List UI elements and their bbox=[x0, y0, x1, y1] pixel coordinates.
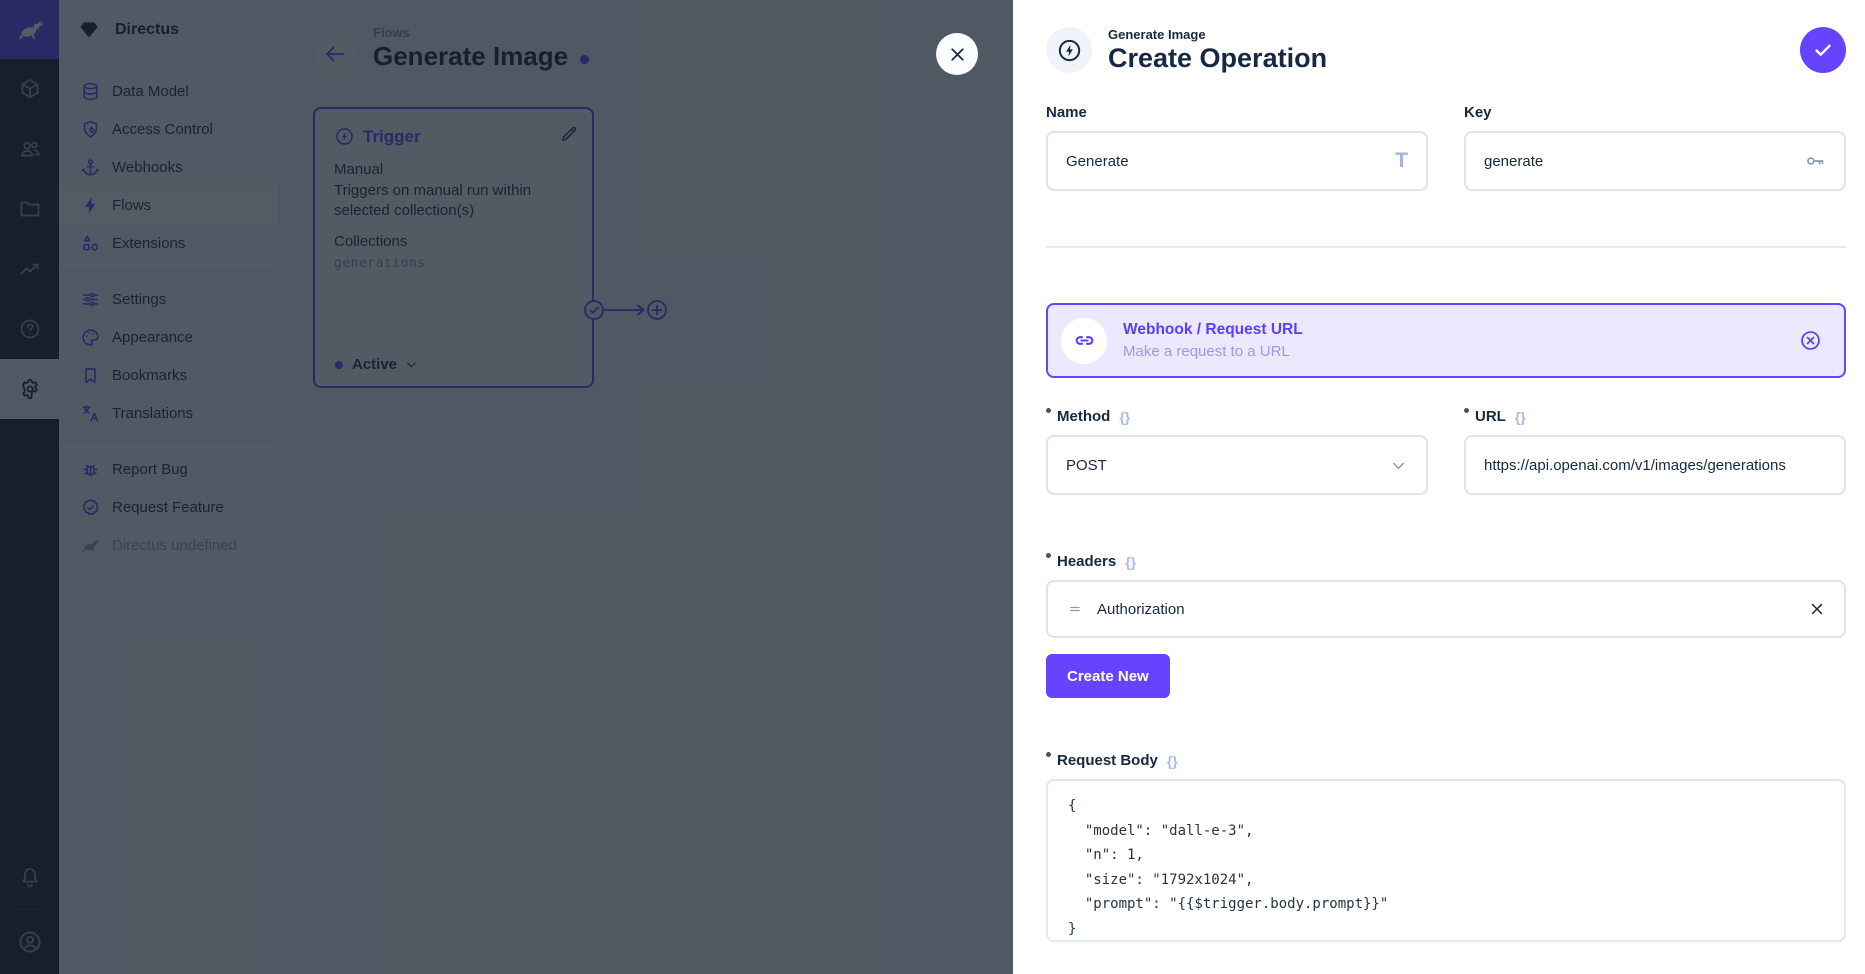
drag-handle-icon[interactable] bbox=[1066, 600, 1084, 618]
method-url-row: Method {} POST URL {} bbox=[1046, 408, 1846, 495]
header-row-value: Authorization bbox=[1097, 601, 1185, 618]
raw-value-icon[interactable]: {} bbox=[1125, 554, 1136, 570]
save-button[interactable] bbox=[1800, 27, 1846, 73]
drawer-titles: Generate Image Create Operation bbox=[1108, 27, 1327, 74]
chevron-down-icon bbox=[1389, 456, 1408, 475]
raw-value-icon[interactable]: {} bbox=[1167, 753, 1178, 769]
directus-app: Directus Data Model Access Control Webho… bbox=[0, 0, 1865, 974]
method-select[interactable]: POST bbox=[1046, 435, 1428, 495]
remove-header-icon[interactable] bbox=[1808, 600, 1826, 618]
drawer-title: Create Operation bbox=[1108, 43, 1327, 74]
drawer-context: Generate Image bbox=[1108, 27, 1327, 42]
required-dot bbox=[1046, 752, 1051, 757]
close-icon bbox=[947, 44, 968, 65]
required-dot bbox=[1464, 408, 1469, 413]
link-icon bbox=[1072, 328, 1097, 353]
name-field[interactable]: T bbox=[1046, 131, 1428, 191]
name-field-group: Name T bbox=[1046, 104, 1428, 191]
url-input[interactable] bbox=[1484, 457, 1826, 474]
method-label: Method {} bbox=[1046, 408, 1428, 425]
cancel-circle-icon[interactable] bbox=[1799, 329, 1822, 352]
method-value: POST bbox=[1066, 457, 1389, 474]
bolt-circle-icon bbox=[1056, 37, 1083, 64]
key-icon bbox=[1804, 150, 1826, 172]
raw-value-icon[interactable]: {} bbox=[1119, 409, 1130, 425]
section-divider bbox=[1046, 246, 1846, 248]
headers-label: Headers {} bbox=[1046, 553, 1846, 570]
banner-title: Webhook / Request URL bbox=[1123, 321, 1303, 339]
request-body-editor[interactable]: { "model": "dall-e-3", "n": 1, "size": "… bbox=[1046, 779, 1846, 942]
check-icon bbox=[1811, 38, 1835, 62]
key-label: Key bbox=[1464, 104, 1846, 121]
link-icon-circle bbox=[1061, 318, 1107, 364]
request-body-label: Request Body {} bbox=[1046, 752, 1846, 769]
name-input[interactable] bbox=[1066, 153, 1385, 170]
key-field[interactable] bbox=[1464, 131, 1846, 191]
url-field-group: URL {} bbox=[1464, 408, 1846, 495]
request-body-section: Request Body {} { "model": "dall-e-3", "… bbox=[1046, 752, 1846, 942]
url-field[interactable] bbox=[1464, 435, 1846, 495]
raw-value-icon[interactable]: {} bbox=[1515, 409, 1526, 425]
name-label: Name bbox=[1046, 104, 1428, 121]
required-dot bbox=[1046, 553, 1051, 558]
drawer-header: Generate Image Create Operation bbox=[1046, 22, 1846, 78]
header-row[interactable]: Authorization bbox=[1046, 580, 1846, 638]
operation-type-banner[interactable]: Webhook / Request URL Make a request to … bbox=[1046, 303, 1846, 378]
banner-subtitle: Make a request to a URL bbox=[1123, 343, 1303, 360]
headers-section: Headers {} Authorization Create New bbox=[1046, 553, 1846, 698]
name-key-row: Name T Key bbox=[1046, 104, 1846, 191]
create-operation-drawer: Generate Image Create Operation Name T K… bbox=[1013, 0, 1865, 974]
banner-texts: Webhook / Request URL Make a request to … bbox=[1123, 321, 1303, 360]
method-field-group: Method {} POST bbox=[1046, 408, 1428, 495]
drawer-close-button[interactable] bbox=[936, 33, 978, 75]
key-field-group: Key bbox=[1464, 104, 1846, 191]
url-label: URL {} bbox=[1464, 408, 1846, 425]
key-input[interactable] bbox=[1484, 153, 1794, 170]
operation-icon-circle bbox=[1046, 27, 1092, 73]
title-formatter-icon: T bbox=[1395, 149, 1408, 173]
create-new-button[interactable]: Create New bbox=[1046, 654, 1170, 698]
required-dot bbox=[1046, 408, 1051, 413]
